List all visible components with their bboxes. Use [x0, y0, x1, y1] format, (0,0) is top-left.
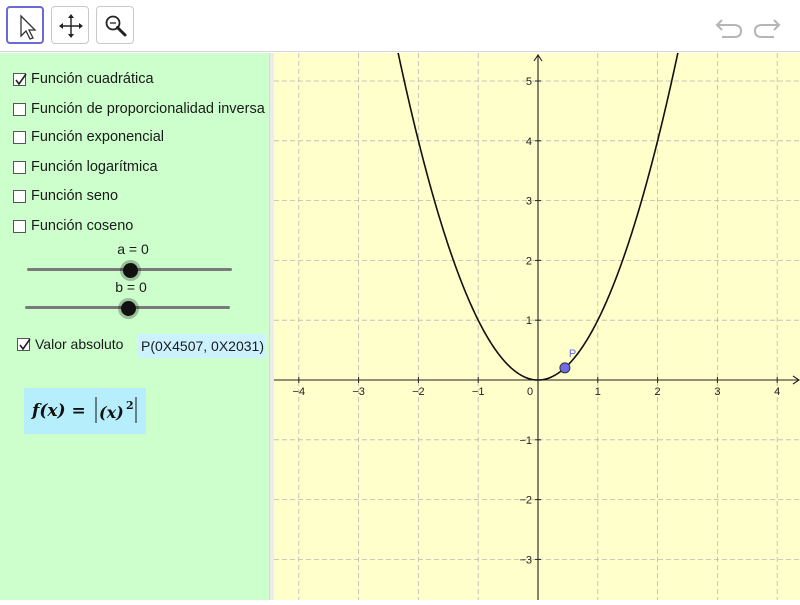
- function-coseno-checkbox[interactable]: [13, 219, 26, 233]
- x-tick-label: −3: [352, 386, 365, 398]
- move-graphics-view-button[interactable]: [51, 6, 89, 44]
- undo-icon[interactable]: [714, 12, 744, 40]
- x-tick-label: 2: [655, 386, 661, 398]
- function-logaritmica-option[interactable]: Función logarítmica: [13, 157, 158, 177]
- checkmark-icon: [19, 338, 31, 350]
- function-exponencial-checkbox[interactable]: [13, 130, 26, 144]
- x-tick-label: 0: [527, 386, 533, 398]
- formula-box: f(x) = (x) 2: [24, 388, 146, 434]
- y-tick-label: 4: [526, 136, 532, 148]
- function-label: Función de proporcionalidad inversa: [31, 101, 265, 117]
- redo-icon[interactable]: [752, 12, 782, 40]
- checkmark-icon: [15, 73, 27, 85]
- slider-a-label: a = 0: [117, 241, 149, 257]
- move-cross-icon: [59, 14, 83, 38]
- formula-display: f(x) = (x) 2: [31, 397, 137, 423]
- function-label: Función exponencial: [31, 129, 165, 145]
- function-logaritmica-checkbox[interactable]: [13, 160, 26, 174]
- function-label: Función seno: [31, 188, 119, 204]
- x-tick-label: 4: [774, 386, 780, 398]
- function-coseno-option[interactable]: Función coseno: [13, 216, 133, 236]
- function-label: Función logarítmica: [31, 159, 158, 175]
- x-tick-label: −4: [293, 386, 306, 398]
- function-label: Función coseno: [31, 218, 134, 234]
- y-tick-label: 2: [526, 255, 532, 267]
- slider-a-thumb[interactable]: [122, 263, 138, 278]
- y-tick-label: −1: [519, 435, 532, 447]
- function-inversa-checkbox[interactable]: [13, 102, 26, 116]
- function-label: Función cuadrática: [31, 71, 154, 87]
- x-tick-label: −2: [412, 386, 425, 398]
- formula-base: (x): [99, 403, 124, 422]
- toolbar: [0, 0, 800, 52]
- function-cuadratica-checkbox[interactable]: [13, 72, 27, 86]
- x-tick-label: −1: [472, 386, 485, 398]
- graph-canvas[interactable]: −4 −3 −2 −1 0 1 2 3 4 5 4 3 2 1 −1 −2 −3 P: [274, 35, 800, 600]
- function-inversa-option[interactable]: Función de proporcionalidad inversa: [13, 99, 265, 119]
- function-exponencial-option[interactable]: Función exponencial: [13, 127, 164, 147]
- zoom-in-icon: [105, 15, 127, 37]
- graphics-view[interactable]: −4 −3 −2 −1 0 1 2 3 4 5 4 3 2 1 −1 −2 −3 P: [274, 35, 800, 600]
- y-tick-label: −3: [519, 554, 532, 566]
- y-tick-label: 1: [526, 315, 532, 327]
- point-p-label: P: [569, 348, 576, 360]
- arrow-pointer-icon: [20, 14, 37, 40]
- valor-absoluto-option[interactable]: Valor absoluto: [17, 334, 123, 354]
- point-coordinates-text: P(0X4507, 0X2031): [138, 334, 265, 358]
- algebra-sidebar: Función cuadrática Función de proporcion…: [0, 53, 269, 600]
- graph-background: [274, 53, 800, 600]
- y-tick-label: 3: [526, 196, 532, 208]
- y-tick-label: 5: [526, 76, 532, 88]
- valor-absoluto-checkbox[interactable]: [17, 337, 31, 351]
- x-tick-label: 3: [714, 386, 720, 398]
- point-p[interactable]: [559, 362, 571, 374]
- function-cuadratica-option[interactable]: Función cuadrática: [13, 69, 154, 89]
- y-tick-label: −2: [519, 495, 532, 507]
- formula-lhs: f(x) =: [31, 401, 86, 421]
- zoom-in-button[interactable]: [96, 6, 134, 44]
- x-tick-label: 1: [595, 386, 601, 398]
- valor-absoluto-label: Valor absoluto: [35, 336, 124, 352]
- function-seno-checkbox[interactable]: [13, 189, 26, 203]
- move-tool-button[interactable]: [6, 6, 44, 44]
- formula-exponent: 2: [126, 399, 134, 412]
- function-seno-option[interactable]: Función seno: [13, 186, 118, 206]
- slider-b-label: b = 0: [115, 279, 147, 295]
- slider-b-thumb[interactable]: [120, 301, 136, 316]
